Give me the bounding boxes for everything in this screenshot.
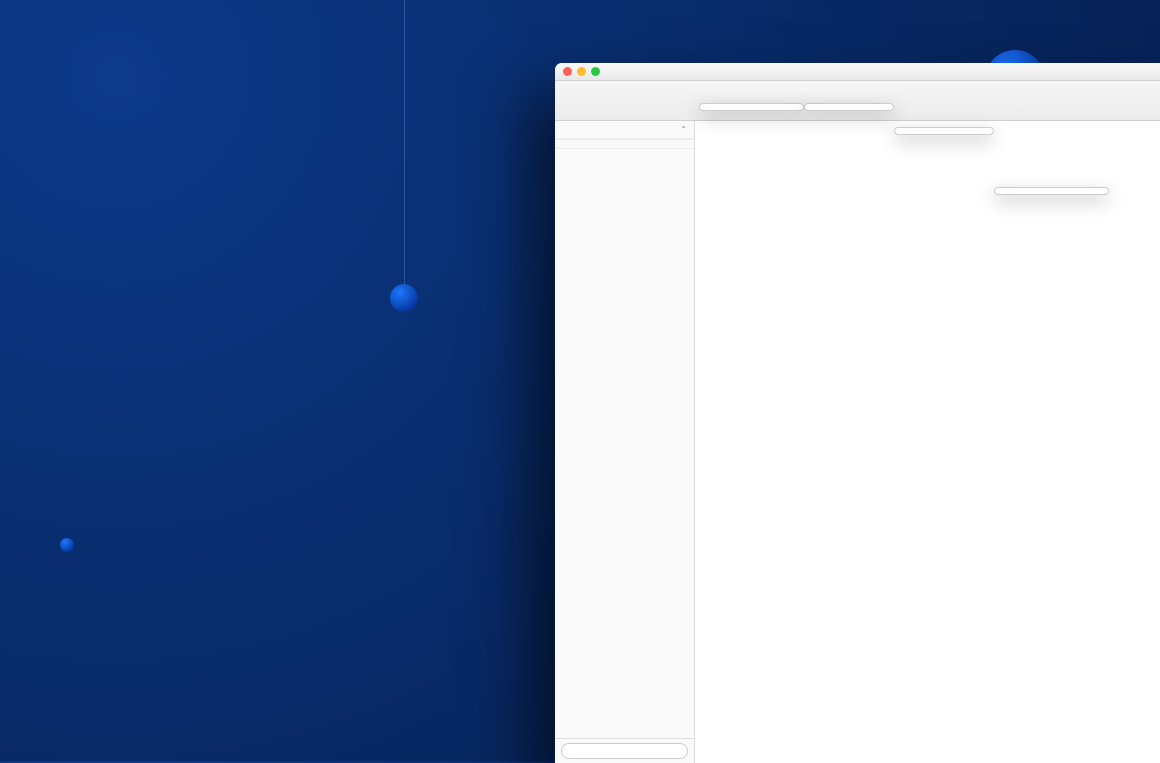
- canvas[interactable]: [695, 121, 1160, 763]
- minimize-icon[interactable]: [577, 67, 586, 76]
- window-titlebar[interactable]: [555, 63, 1160, 81]
- collapse-icon[interactable]: ⌃: [680, 125, 687, 134]
- filter-input[interactable]: [561, 743, 688, 759]
- toolbar: [555, 81, 1160, 121]
- promo-title: [105, 100, 520, 238]
- zoom-icon[interactable]: [591, 67, 600, 76]
- symbols-submenu-1[interactable]: [804, 103, 894, 111]
- symbols-submenu-2[interactable]: [894, 127, 994, 135]
- layer-tree: [555, 149, 694, 738]
- sketch-window: ⌃: [555, 63, 1160, 763]
- promo-subtitle: [105, 266, 520, 322]
- filter-row: [555, 738, 694, 763]
- close-icon[interactable]: [563, 67, 572, 76]
- promo-panel: [0, 0, 560, 761]
- symbols-submenu-3[interactable]: [994, 187, 1109, 195]
- pages-header: ⌃: [555, 121, 694, 139]
- symbols-menu[interactable]: [699, 103, 804, 111]
- layer-tree-header: [555, 139, 694, 149]
- sidebar: ⌃: [555, 121, 695, 763]
